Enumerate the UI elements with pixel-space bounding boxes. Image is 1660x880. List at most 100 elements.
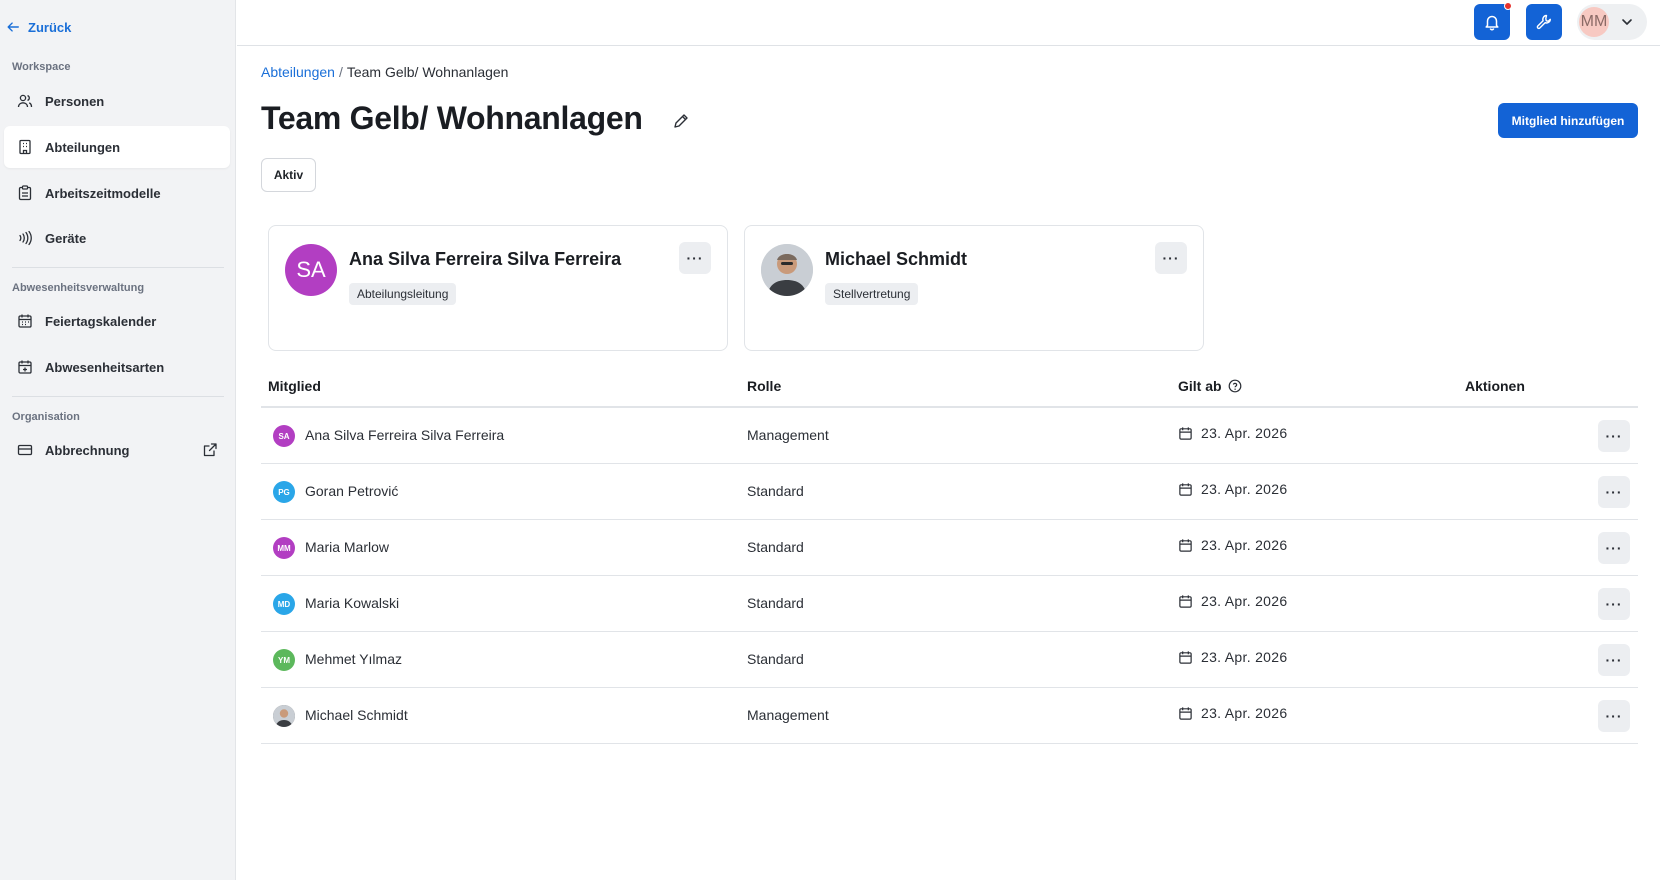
notifications-button[interactable] bbox=[1474, 2, 1512, 40]
member-valid-from: 23. Apr. 2026 bbox=[1178, 537, 1287, 553]
row-actions-button[interactable]: ··· bbox=[1598, 420, 1630, 452]
calendar-icon bbox=[18, 314, 32, 328]
row-actions-button[interactable]: ··· bbox=[1598, 532, 1630, 564]
sidebar-item-feiertagskalender[interactable]: Feiertagskalender bbox=[4, 300, 230, 342]
avatar: PG bbox=[273, 481, 295, 503]
table-row: MD Maria Kowalski Standard 23. Apr. 2026 ··· bbox=[261, 576, 1638, 632]
page-title: Team Gelb/ Wohnanlagen bbox=[261, 100, 643, 136]
column-header-label: Gilt ab bbox=[1178, 378, 1222, 394]
pencil-icon[interactable] bbox=[672, 112, 690, 130]
date-text: 23. Apr. 2026 bbox=[1201, 537, 1288, 553]
date-text: 23. Apr. 2026 bbox=[1201, 593, 1288, 609]
avatar-photo bbox=[761, 244, 813, 296]
member-role: Management bbox=[747, 707, 829, 723]
date-text: 23. Apr. 2026 bbox=[1201, 425, 1288, 441]
column-header-rolle: Rolle bbox=[747, 378, 782, 394]
more-options-button[interactable]: ··· bbox=[1155, 242, 1187, 274]
calendar-icon bbox=[1179, 594, 1192, 608]
table-row: MM Maria Marlow Standard 23. Apr. 2026 ··· bbox=[261, 520, 1638, 576]
sidebar-item-label: Arbeitszeitmodelle bbox=[45, 185, 161, 201]
sidebar-item-abteilungen[interactable]: Abteilungen bbox=[4, 126, 230, 168]
breadcrumb-parent-link[interactable]: Abteilungen bbox=[261, 64, 335, 80]
member-role: Standard bbox=[747, 539, 804, 555]
member-name: Mehmet Yılmaz bbox=[305, 651, 402, 667]
sidebar-item-label: Abwesenheitsarten bbox=[45, 359, 165, 375]
help-circle-icon[interactable] bbox=[1228, 379, 1242, 393]
table-row: SA Ana Silva Ferreira Silva Ferreira Manag… bbox=[261, 408, 1638, 464]
member-name: Maria Kowalski bbox=[305, 595, 400, 611]
avatar: SA bbox=[285, 244, 337, 296]
member-role: Standard bbox=[747, 595, 804, 611]
member-valid-from: 23. Apr. 2026 bbox=[1178, 649, 1287, 665]
calendar-icon bbox=[1179, 650, 1192, 664]
date-text: 23. Apr. 2026 bbox=[1201, 705, 1288, 721]
sidebar-item-abwesenheitsarten[interactable]: Abwesenheitsarten bbox=[4, 346, 230, 388]
arrow-left-icon bbox=[7, 22, 19, 32]
sidebar-item-abbrechnung[interactable]: Abbrechnung bbox=[4, 429, 230, 471]
sidebar-item-label: Personen bbox=[45, 93, 105, 109]
clipboard-icon bbox=[18, 185, 32, 201]
notification-dot bbox=[1504, 2, 1512, 10]
row-actions-button[interactable]: ··· bbox=[1598, 476, 1630, 508]
topbar bbox=[237, 0, 1660, 46]
credit-card-icon bbox=[17, 444, 33, 456]
sidebar-item-personen[interactable]: Personen bbox=[4, 80, 230, 122]
avatar: MD bbox=[273, 593, 295, 615]
breadcrumb-current: Team Gelb/ Wohnanlagen bbox=[346, 64, 509, 80]
breadcrumb-separator: / bbox=[338, 64, 343, 80]
member-name: Maria Marlow bbox=[305, 539, 390, 555]
row-actions-button[interactable]: ··· bbox=[1598, 644, 1630, 676]
leader-name: Ana Silva Ferreira Silva Ferreira bbox=[349, 249, 622, 269]
back-link[interactable]: Zurück bbox=[6, 16, 71, 38]
tools-button[interactable] bbox=[1526, 4, 1562, 40]
bell-icon bbox=[1485, 15, 1499, 31]
calendar-icon bbox=[1179, 426, 1192, 440]
sidebar-item-label: Geräte bbox=[45, 230, 87, 246]
avatar: SA bbox=[273, 425, 295, 447]
row-actions-button[interactable]: ··· bbox=[1598, 700, 1630, 732]
member-valid-from: 23. Apr. 2026 bbox=[1178, 481, 1287, 497]
person-photo-icon bbox=[761, 244, 813, 296]
section-workspace: Workspace bbox=[12, 61, 71, 73]
member-name: Michael Schmidt bbox=[305, 707, 408, 723]
row-actions-button[interactable]: ··· bbox=[1598, 588, 1630, 620]
building-icon bbox=[19, 139, 31, 155]
breadcrumb: Abteilungen / Team Gelb/ Wohnanlagen bbox=[261, 64, 508, 80]
leader-card: SA Ana Silva Ferreira Silva Ferreira Abt… bbox=[268, 225, 728, 351]
leader-name: Michael Schmidt bbox=[825, 249, 968, 269]
sidebar-item-geraete[interactable]: Geräte bbox=[4, 217, 230, 259]
table-row: YM Mehmet Yılmaz Standard 23. Apr. 2026 ··· bbox=[261, 632, 1638, 688]
member-name: Goran Petrović bbox=[305, 483, 399, 499]
calendar-icon bbox=[1179, 482, 1192, 496]
sidebar: Zurück Workspace Personen Abteilungen Ar… bbox=[0, 0, 236, 880]
avatar: MM bbox=[273, 537, 295, 559]
nfc-icon bbox=[19, 230, 32, 246]
date-text: 23. Apr. 2026 bbox=[1201, 649, 1288, 665]
sidebar-divider bbox=[12, 396, 224, 397]
back-label: Zurück bbox=[28, 19, 72, 35]
add-member-button[interactable]: Mitglied hinzufügen bbox=[1498, 103, 1638, 138]
user-menu[interactable]: MM bbox=[1577, 4, 1647, 40]
column-header-aktionen: Aktionen bbox=[1465, 378, 1525, 394]
more-options-button[interactable]: ··· bbox=[679, 242, 711, 274]
calendar-plus-icon bbox=[18, 360, 32, 374]
leader-card: Michael Schmidt Stellvertretung ··· bbox=[744, 225, 1204, 351]
section-organisation: Organisation bbox=[12, 411, 80, 423]
date-text: 23. Apr. 2026 bbox=[1201, 481, 1288, 497]
section-abwesenheitsverwaltung: Abwesenheitsverwaltung bbox=[12, 282, 145, 294]
status-badge: Aktiv bbox=[261, 158, 316, 192]
sidebar-item-arbeitszeitmodelle[interactable]: Arbeitszeitmodelle bbox=[4, 172, 230, 214]
sidebar-divider bbox=[12, 267, 224, 268]
member-valid-from: 23. Apr. 2026 bbox=[1178, 593, 1287, 609]
member-role: Management bbox=[747, 427, 829, 443]
users-icon bbox=[17, 94, 33, 108]
chevron-down-icon bbox=[1622, 19, 1632, 25]
table-row: Michael Schmidt Management 23. Apr. 2026 ··… bbox=[261, 688, 1638, 744]
column-header-gilt-ab: Gilt ab bbox=[1178, 378, 1242, 394]
member-role: Standard bbox=[747, 651, 804, 667]
member-role: Standard bbox=[747, 483, 804, 499]
person-photo-icon bbox=[273, 705, 295, 727]
avatar: YM bbox=[273, 649, 295, 671]
table-row: PG Goran Petrović Standard 23. Apr. 2026 ··· bbox=[261, 464, 1638, 520]
calendar-icon bbox=[1179, 706, 1192, 720]
